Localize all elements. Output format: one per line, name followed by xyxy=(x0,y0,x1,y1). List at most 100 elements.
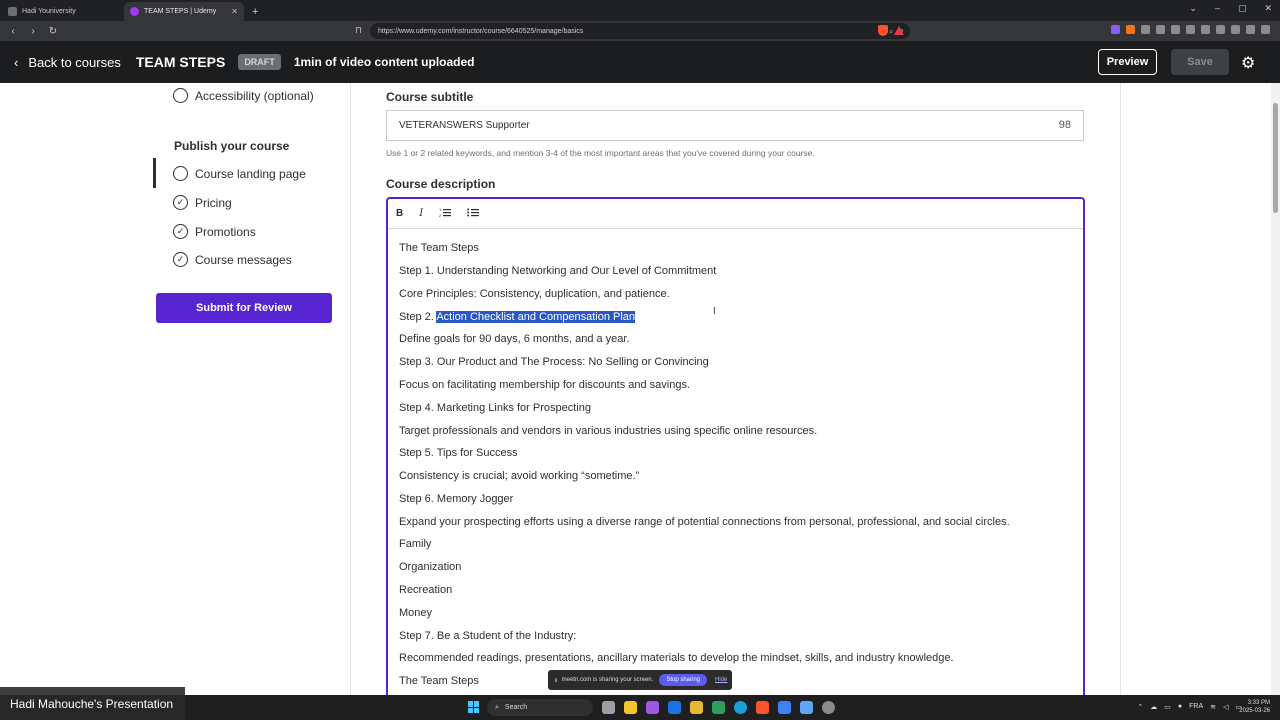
italic-button[interactable]: I xyxy=(419,208,423,219)
language-indicator[interactable]: FRA xyxy=(1189,703,1203,711)
wifi-icon[interactable]: ≋ xyxy=(1210,703,1216,711)
menu-icon[interactable] xyxy=(1261,25,1270,34)
app-icon[interactable] xyxy=(800,701,813,714)
stop-sharing-button[interactable]: Stop sharing xyxy=(659,674,708,686)
reload-icon[interactable]: ↻ xyxy=(46,26,60,37)
extension-icon[interactable] xyxy=(1126,25,1135,34)
description-line: Step 7. Be a Student of the Industry: xyxy=(399,630,577,642)
settings-icon[interactable] xyxy=(822,701,835,714)
preview-button[interactable]: Preview xyxy=(1098,49,1157,75)
extension-icon[interactable] xyxy=(1111,25,1120,34)
folder-icon[interactable] xyxy=(690,701,703,714)
taskbar-clock[interactable]: 3:33 PM 2025-03-26 xyxy=(1239,699,1270,715)
mic-icon[interactable]: ● xyxy=(1178,703,1182,711)
sidebar-item-accessibility[interactable]: Accessibility (optional) xyxy=(173,88,314,103)
taskbar-search[interactable]: ⌕ Search xyxy=(487,699,593,716)
search-placeholder: Search xyxy=(504,704,528,711)
chevron-down-icon[interactable]: ⌄ xyxy=(1189,3,1197,14)
bookmark-icon[interactable]: ⊓ xyxy=(355,25,362,36)
description-line: Expand your prospecting efforts using a … xyxy=(399,516,1010,528)
gear-icon[interactable]: ⚙ xyxy=(1241,53,1255,73)
sidebar-icon[interactable] xyxy=(1186,25,1195,34)
extension-icon[interactable] xyxy=(1171,25,1180,34)
description-line: Step 5. Tips for Success xyxy=(399,447,518,459)
description-editor[interactable]: B I 12 The Team Steps Step 1. Understand… xyxy=(386,197,1085,697)
share-message: meetn.com is sharing your screen. xyxy=(561,677,654,683)
new-tab-button[interactable]: + xyxy=(252,6,258,21)
copilot-icon[interactable] xyxy=(646,701,659,714)
subtitle-input[interactable]: VETERANSWERS Supporter 98 xyxy=(386,110,1084,141)
task-view-icon[interactable] xyxy=(602,701,615,714)
ordered-list-icon[interactable]: 12 xyxy=(439,207,452,221)
windows-start-icon[interactable] xyxy=(468,701,480,713)
bullet-list-icon[interactable] xyxy=(467,207,480,221)
description-line: Step 1. Understanding Networking and Our… xyxy=(399,265,717,277)
download-icon[interactable] xyxy=(1156,25,1165,34)
extension-icon[interactable] xyxy=(1141,25,1150,34)
sidebar-item-label: Pricing xyxy=(195,195,232,210)
course-sidebar: Accessibility (optional) Publish your co… xyxy=(0,83,350,695)
outlook-icon[interactable] xyxy=(668,701,681,714)
brave-shield-icon[interactable] xyxy=(878,25,888,36)
course-title: TEAM STEPS xyxy=(135,54,226,70)
vpn-icon[interactable] xyxy=(1246,25,1255,34)
maximize-icon[interactable]: ▢ xyxy=(1238,3,1247,14)
publish-heading: Publish your course xyxy=(174,139,290,153)
check-circle-icon: ✓ xyxy=(173,195,188,210)
network-icon[interactable]: ▭ xyxy=(1164,703,1171,711)
wallet-icon[interactable] xyxy=(1201,25,1210,34)
tab-title: Hadi Youniversity xyxy=(22,8,76,15)
edge-icon[interactable] xyxy=(734,701,747,714)
extension-icon[interactable] xyxy=(1216,25,1225,34)
cloud-icon[interactable]: ☁ xyxy=(1150,703,1157,711)
brave-rewards-icon[interactable] xyxy=(894,26,904,35)
close-window-icon[interactable]: ✕ xyxy=(1264,3,1272,14)
svg-text:2: 2 xyxy=(439,213,442,218)
sidebar-item-landing-page[interactable]: Course landing page xyxy=(173,166,306,181)
description-line: Focus on facilitating membership for dis… xyxy=(399,379,691,391)
description-line: The Team Steps xyxy=(399,675,479,687)
minimize-icon[interactable]: – xyxy=(1215,3,1220,14)
svg-text:1: 1 xyxy=(439,207,442,212)
hide-banner-link[interactable]: Hide xyxy=(715,677,727,683)
leo-icon[interactable] xyxy=(1231,25,1240,34)
description-line: Define goals for 90 days, 6 months, and … xyxy=(399,333,630,345)
submit-for-review-button[interactable]: Submit for Review xyxy=(156,293,332,323)
app-icon[interactable] xyxy=(778,701,791,714)
sidebar-item-course-messages[interactable]: ✓ Course messages xyxy=(173,252,292,267)
browser-address-bar: ‹ › ↻ ⊓ https://www.udemy.com/instructor… xyxy=(0,21,1280,41)
brave-icon[interactable] xyxy=(756,701,769,714)
back-to-courses-link[interactable]: ‹ Back to courses xyxy=(14,55,121,70)
description-line: Family xyxy=(399,538,432,550)
close-tab-icon[interactable]: ✕ xyxy=(231,7,238,16)
sidebar-item-pricing[interactable]: ✓ Pricing xyxy=(173,195,232,210)
text-cursor-icon: I xyxy=(713,306,716,317)
file-explorer-icon[interactable] xyxy=(624,701,637,714)
sidebar-item-label: Course messages xyxy=(195,252,292,267)
scrollbar-thumb[interactable] xyxy=(1273,103,1278,213)
sidebar-item-promotions[interactable]: ✓ Promotions xyxy=(173,224,256,239)
presenter-label: Hadi Mahouche's Presentation xyxy=(0,687,185,720)
browser-tab-1[interactable]: Hadi Youniversity xyxy=(2,2,122,21)
system-tray: ⌃ ☁ ▭ ● FRA ≋ ◁ ▭ xyxy=(1137,703,1242,711)
bold-button[interactable]: B xyxy=(396,208,403,219)
subtitle-hint: Use 1 or 2 related keywords, and mention… xyxy=(386,148,815,158)
unchecked-circle-icon xyxy=(173,88,188,103)
clock-date: 2025-03-26 xyxy=(1239,708,1270,714)
volume-icon[interactable]: ◁ xyxy=(1223,703,1228,711)
pause-icon: ॥ xyxy=(554,678,558,684)
character-counter: 98 xyxy=(1058,119,1071,131)
chevron-up-icon[interactable]: ⌃ xyxy=(1137,703,1143,711)
tab-favicon-icon xyxy=(8,7,17,16)
forward-arrow-icon[interactable]: › xyxy=(26,26,40,37)
files-icon[interactable] xyxy=(712,701,725,714)
back-arrow-icon[interactable]: ‹ xyxy=(6,26,20,37)
unchecked-circle-icon xyxy=(173,166,188,181)
browser-tab-2[interactable]: TEAM STEPS | Udemy ✕ xyxy=(124,2,244,21)
description-line: Step 6. Memory Jogger xyxy=(399,493,514,505)
zoom-icon[interactable]: ⌕ xyxy=(889,27,893,37)
active-indicator xyxy=(153,158,156,188)
page-scrollbar[interactable] xyxy=(1271,83,1280,695)
save-button[interactable]: Save xyxy=(1171,49,1229,75)
url-field[interactable]: https://www.udemy.com/instructor/course/… xyxy=(370,23,910,39)
